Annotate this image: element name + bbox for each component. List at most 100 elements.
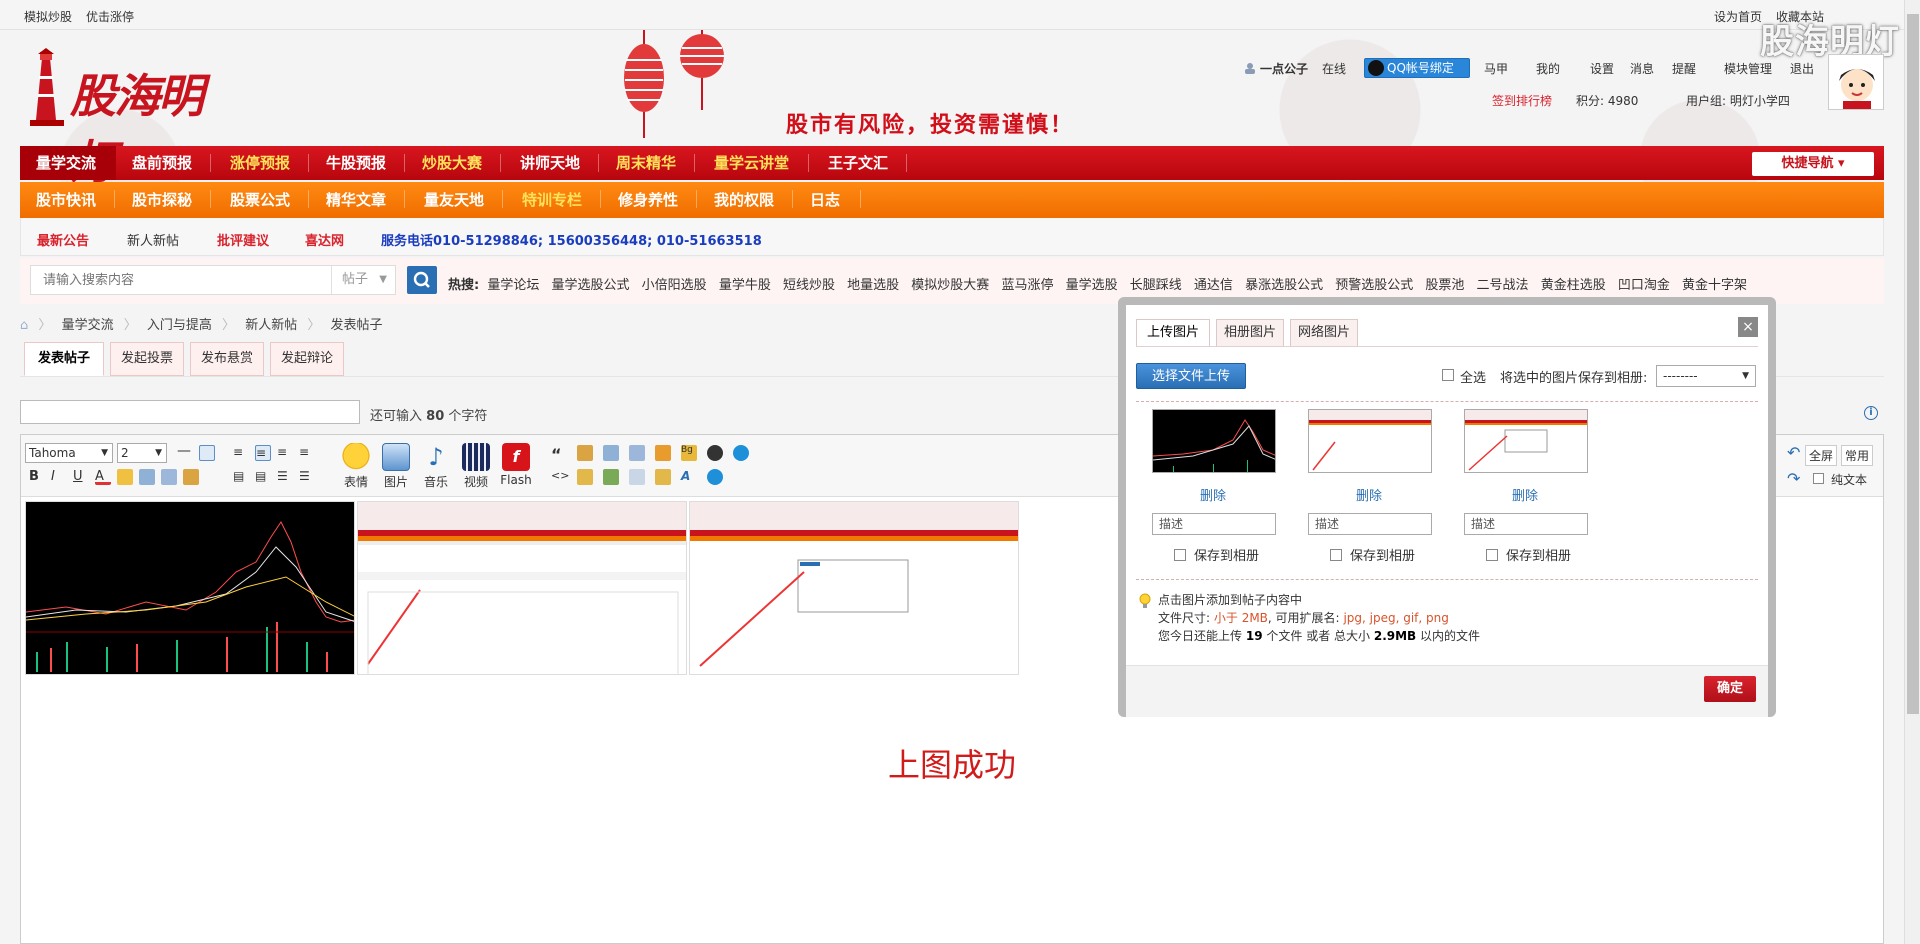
nav-chaogu[interactable]: 炒股大赛: [422, 146, 482, 180]
fullscreen-button[interactable]: 全屏: [1805, 445, 1838, 466]
sign-rank-link[interactable]: 签到排行榜: [1492, 92, 1552, 109]
quick-nav-button[interactable]: 快捷导航 ▾: [1752, 152, 1874, 176]
hot-word[interactable]: 长腿踩线: [1130, 278, 1182, 293]
user-menu-mine[interactable]: 我的: [1536, 60, 1560, 77]
ordered-list-icon[interactable]: ☰: [277, 469, 293, 485]
float-left-icon[interactable]: ▤: [233, 469, 249, 485]
font-color-icon[interactable]: A: [95, 469, 111, 485]
tab-web-image[interactable]: 网络图片: [1290, 319, 1358, 347]
image-description-input[interactable]: 描述: [1308, 513, 1432, 535]
undo-icon[interactable]: ↶: [1787, 443, 1800, 462]
inserted-image-stock-chart[interactable]: [25, 501, 355, 675]
username-link[interactable]: 一点公子: [1260, 60, 1308, 77]
font-size-select[interactable]: 2 ▼: [117, 443, 167, 463]
confirm-button[interactable]: 确定: [1704, 676, 1756, 702]
code-icon[interactable]: <>: [551, 469, 569, 485]
align-left-icon[interactable]: ≡: [233, 445, 249, 461]
nav-rizhi[interactable]: 日志: [810, 182, 840, 218]
user-menu-reminders[interactable]: 提醒: [1672, 60, 1696, 77]
qq-bind-button[interactable]: QQ帐号绑定: [1364, 58, 1470, 78]
nav-xida[interactable]: 喜达网: [305, 230, 344, 249]
nav-liangxue[interactable]: 量学交流: [20, 146, 116, 180]
hot-word[interactable]: 二号战法: [1477, 278, 1529, 293]
select-all-checkbox[interactable]: [1442, 369, 1454, 381]
nav-announcement[interactable]: 最新公告: [37, 230, 89, 249]
float-right-icon[interactable]: ▤: [255, 469, 271, 485]
page-scrollbar[interactable]: [1904, 0, 1920, 944]
user-group-display[interactable]: 用户组: 明灯小学四: [1686, 92, 1790, 109]
emoji-button[interactable]: 表情: [339, 443, 373, 490]
hot-word[interactable]: 凹口淘金: [1618, 278, 1670, 293]
play-icon[interactable]: [707, 469, 723, 485]
save-to-album-checkbox[interactable]: [1330, 549, 1342, 561]
italic-icon[interactable]: I: [51, 469, 67, 485]
nav-jinghua[interactable]: 精华文章: [326, 182, 386, 218]
hot-word[interactable]: 黄金柱选股: [1541, 278, 1606, 293]
inserted-image-screenshot-dialog[interactable]: [689, 501, 1019, 675]
horizontal-rule-icon[interactable]: —: [177, 443, 191, 459]
inserted-image-screenshot[interactable]: [357, 501, 687, 675]
background-color-icon[interactable]: [199, 445, 215, 461]
scrollbar-thumb[interactable]: [1907, 14, 1919, 714]
info-icon[interactable]: i: [1864, 406, 1878, 420]
breadcrumb-item[interactable]: 入门与提高: [147, 318, 212, 333]
hot-word[interactable]: 量学牛股: [719, 278, 771, 293]
format-brush-icon[interactable]: [183, 469, 199, 485]
play-circle-icon[interactable]: [733, 445, 749, 461]
flash-button[interactable]: f Flash: [499, 443, 533, 487]
font-family-select[interactable]: Tahoma ▼: [25, 443, 113, 463]
search-input[interactable]: [31, 266, 331, 294]
album-select[interactable]: -------- ▼: [1656, 365, 1756, 387]
hot-word[interactable]: 股票池: [1425, 278, 1464, 293]
delete-image-link[interactable]: 删除: [1356, 485, 1396, 504]
delete-image-link[interactable]: 删除: [1200, 485, 1240, 504]
unordered-list-icon[interactable]: ☰: [299, 469, 315, 485]
tab-album-image[interactable]: 相册图片: [1216, 319, 1284, 347]
nav-texun[interactable]: 特训专栏: [522, 182, 582, 218]
tab-new-reward[interactable]: 发布悬赏: [190, 342, 264, 376]
common-button[interactable]: 常用: [1841, 445, 1874, 466]
tab-new-poll[interactable]: 发起投票: [110, 342, 184, 376]
delete-image-link[interactable]: 删除: [1512, 485, 1552, 504]
breadcrumb-item[interactable]: 量学交流: [62, 318, 114, 333]
site-logo[interactable]: 股海明灯: [18, 40, 218, 189]
nav-niugu[interactable]: 牛股预报: [326, 146, 386, 180]
search-button[interactable]: [407, 266, 437, 294]
nav-xiushen[interactable]: 修身养性: [618, 182, 678, 218]
paste-icon[interactable]: [161, 469, 177, 485]
simulated-trading-link[interactable]: 模拟炒股: [24, 8, 72, 25]
link-icon[interactable]: [117, 469, 133, 485]
avatar[interactable]: [1828, 54, 1884, 110]
background-icon[interactable]: Bg: [681, 445, 697, 461]
align-center-icon[interactable]: ≡: [255, 445, 271, 461]
nav-yunjiangtang[interactable]: 量学云讲堂: [714, 146, 789, 180]
nav-tanmi[interactable]: 股市探秘: [132, 182, 192, 218]
set-homepage-link[interactable]: 设为首页: [1714, 8, 1762, 25]
redo-icon[interactable]: ↷: [1787, 469, 1800, 488]
close-icon[interactable]: ×: [1738, 317, 1758, 337]
plain-text-checkbox[interactable]: [1813, 473, 1824, 484]
user-menu-majia[interactable]: 马甲: [1484, 60, 1508, 77]
music-button[interactable]: ♪ 音乐: [419, 443, 453, 490]
uploaded-thumbnail[interactable]: [1464, 409, 1588, 473]
video-button[interactable]: 视频: [459, 443, 493, 490]
save-to-album-checkbox[interactable]: [1486, 549, 1498, 561]
hot-word[interactable]: 蓝马涨停: [1001, 278, 1053, 293]
tab-upload-image[interactable]: 上传图片: [1136, 319, 1210, 347]
hot-word[interactable]: 量学论坛: [487, 278, 539, 293]
user-menu-messages[interactable]: 消息: [1630, 60, 1654, 77]
user-menu-settings[interactable]: 设置: [1590, 60, 1614, 77]
align-right-icon[interactable]: ≡: [299, 445, 315, 461]
nav-zhangting[interactable]: 涨停预报: [230, 146, 290, 180]
hide-icon[interactable]: [577, 469, 593, 485]
image-description-input[interactable]: 描述: [1464, 513, 1588, 535]
font-style-icon[interactable]: A: [681, 469, 697, 485]
search-type-select[interactable]: 帖子 ▼: [331, 266, 395, 294]
home-icon[interactable]: ⌂: [20, 318, 28, 333]
user-menu-module-admin[interactable]: 模块管理: [1724, 60, 1772, 77]
unlink-icon[interactable]: [139, 469, 155, 485]
nav-feedback[interactable]: 批评建议: [217, 230, 269, 249]
hot-word[interactable]: 暴涨选股公式: [1245, 278, 1323, 293]
table-icon[interactable]: [603, 445, 619, 461]
hot-word[interactable]: 地量选股: [847, 278, 899, 293]
